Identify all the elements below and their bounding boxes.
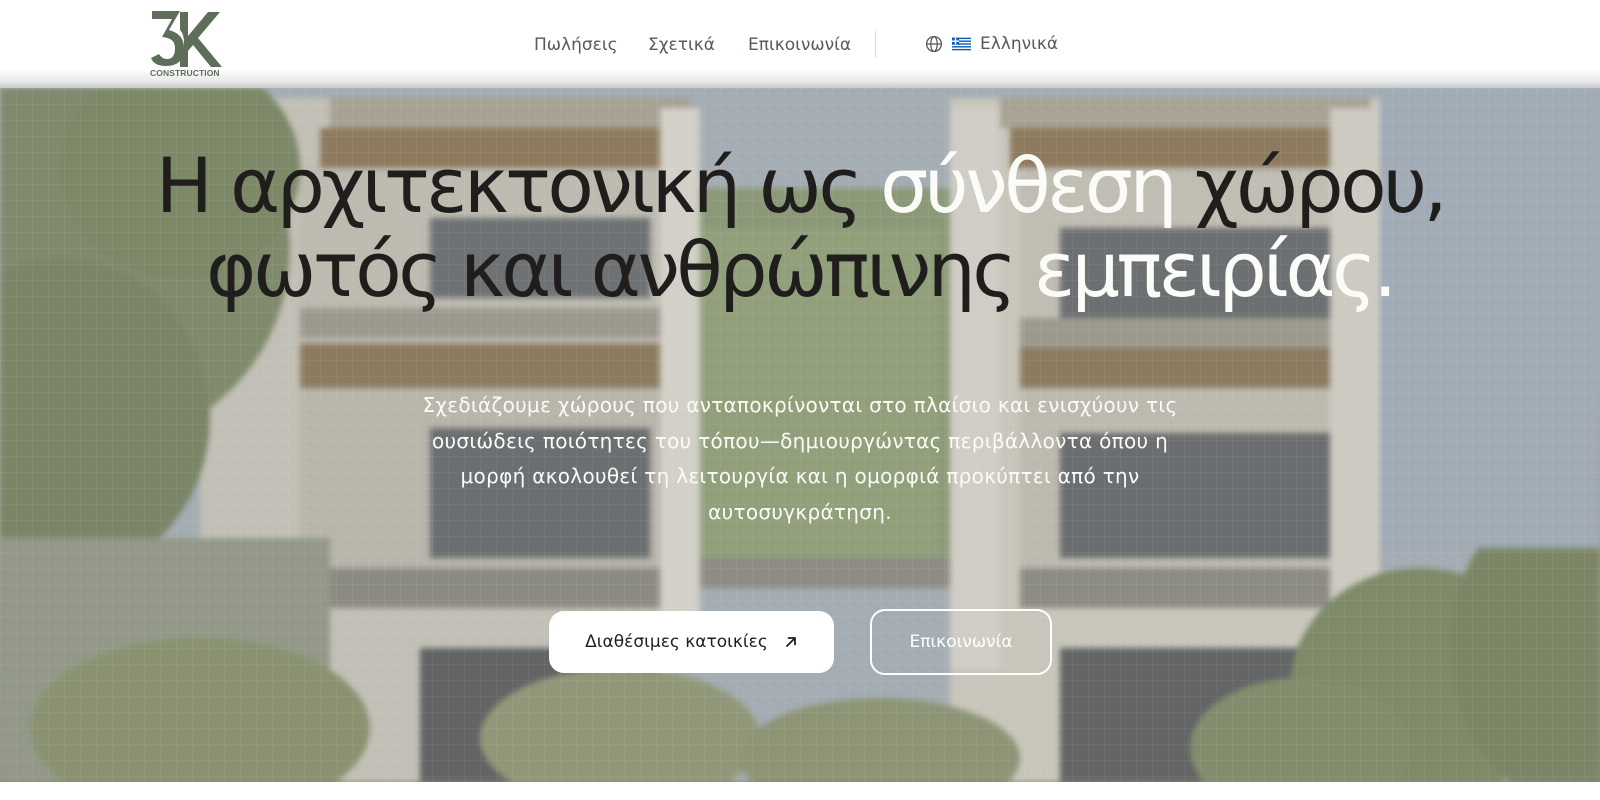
hero-section: Η αρχιτεκτονική ως σύνθεση χώρου, φωτός …	[0, 88, 1600, 782]
headline-dark-text: Η αρχιτεκτονική ως	[155, 141, 881, 230]
headline-dark-text: χώρου,	[1174, 141, 1448, 230]
nav-divider	[875, 31, 876, 58]
headline-highlight-text: εμπειρίας.	[1034, 225, 1397, 314]
logo-mark-icon	[151, 11, 222, 67]
available-homes-button[interactable]: Διαθέσιμες κατοικίες	[549, 611, 834, 673]
hero-headline-line-2: φωτός και ανθρώπινης εμπειρίας.	[0, 228, 1600, 312]
language-switcher[interactable]: Ελληνικά	[925, 34, 1058, 54]
page-bottom-strip	[0, 782, 1600, 800]
headline-dark-text: φωτός και ανθρώπινης	[206, 225, 1035, 314]
globe-icon	[925, 35, 943, 53]
nav-link-about[interactable]: Σχετικά	[648, 35, 715, 55]
hero-headline: Η αρχιτεκτονική ως σύνθεση χώρου, φωτός …	[0, 144, 1600, 312]
greek-flag-icon	[952, 37, 971, 51]
language-label: Ελληνικά	[980, 34, 1059, 54]
site-header: CONSTRUCTION Πωλήσεις Σχετικά Επικοινωνί…	[0, 0, 1600, 88]
logo-caption: CONSTRUCTION	[150, 68, 220, 78]
nav-link-contact[interactable]: Επικοινωνία	[748, 35, 851, 55]
hero-headline-line-1: Η αρχιτεκτονική ως σύνθεση χώρου,	[0, 144, 1600, 228]
hero-subtitle: Σχεδιάζουμε χώρους που ανταποκρίνονται σ…	[422, 393, 1178, 524]
headline-highlight-text: σύνθεση	[880, 141, 1178, 230]
contact-button-label: Επικοινωνία	[909, 632, 1013, 652]
arrow-up-right-icon	[785, 637, 796, 647]
nav-link-sales[interactable]: Πωλήσεις	[534, 35, 618, 55]
available-homes-button-label: Διαθέσιμες κατοικίες	[585, 632, 768, 652]
contact-button[interactable]: Επικοινωνία	[870, 609, 1052, 675]
logo[interactable]: CONSTRUCTION	[150, 10, 222, 80]
